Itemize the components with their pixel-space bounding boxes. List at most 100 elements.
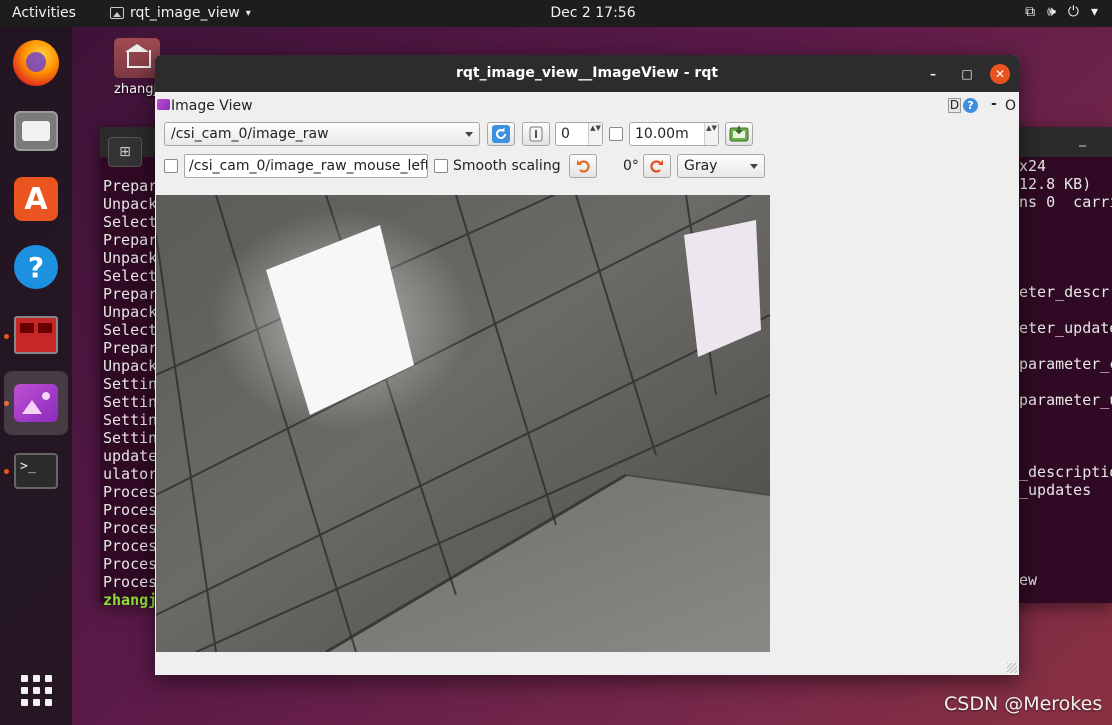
help-icon: ? [14, 245, 58, 289]
rate-spinbox[interactable]: 10.00m ▲▼ [629, 122, 719, 146]
red-app-icon [14, 316, 58, 354]
dock-item-files[interactable] [10, 105, 62, 157]
rotate-right-button[interactable] [643, 154, 671, 178]
close-button[interactable]: ✕ [990, 64, 1010, 84]
power-icon: ⏻ [1067, 4, 1079, 20]
spin-arrows-icon[interactable]: ▲▼ [704, 123, 718, 145]
terminal-right-line: parameter_c [1019, 355, 1112, 373]
terminal-line: Prepar [103, 339, 158, 357]
debug-button[interactable]: D [948, 98, 961, 113]
terminal-right-line [1019, 373, 1112, 391]
terminal-right-line [1019, 211, 1112, 229]
home-folder-icon[interactable] [114, 38, 160, 78]
chevron-down-icon [750, 164, 758, 169]
minimize-button[interactable]: – [923, 64, 943, 84]
chevron-down-icon [465, 132, 473, 137]
rate-checkbox[interactable] [609, 127, 623, 141]
terminal-right-line: _updates [1019, 481, 1092, 499]
terminal-right-line [1019, 499, 1112, 517]
zoom-fit-button[interactable] [522, 122, 550, 146]
terminal-line: Prepar [103, 285, 158, 303]
image-view-icon [14, 384, 58, 422]
spin-arrows-icon[interactable]: ▲▼ [588, 123, 602, 145]
firefox-icon [13, 40, 59, 86]
dock-item-show-apps[interactable] [10, 664, 62, 716]
dock-item-terminal[interactable]: >_ [10, 445, 62, 497]
terminal-right-line [1019, 301, 1112, 319]
terminal-prompt: zhangj [103, 591, 158, 609]
dock-item-help[interactable]: ? [10, 241, 62, 293]
color-scheme-value: Gray [684, 158, 718, 174]
running-indicator [4, 334, 9, 339]
save-image-icon [729, 126, 749, 142]
zoom-spinbox[interactable]: 0 ▲▼ [555, 122, 603, 146]
terminal-right-line [1019, 553, 1112, 571]
new-tab-icon[interactable]: ⊞ [108, 137, 142, 167]
minimize-plugin-button[interactable]: - [991, 96, 997, 112]
resize-grip-icon[interactable] [1007, 663, 1017, 673]
help-icon[interactable]: ? [963, 98, 978, 113]
top-bar: Activities rqt_image_view ▾ Dec 2 17:56 … [0, 0, 1112, 27]
terminal-line: Settin [103, 411, 158, 429]
terminal-right-line [1019, 337, 1112, 355]
terminal-line: Proces [103, 483, 158, 501]
dock-item-red-app[interactable] [10, 309, 62, 361]
terminal-icon: >_ [14, 453, 58, 489]
terminal-line: Settin [103, 375, 158, 393]
terminal-right-line [1019, 535, 1112, 553]
terminal-output: Prepar Unpack Select Prepar Unpack Select Prep… [103, 177, 157, 609]
files-icon [14, 111, 58, 151]
publish-mouse-checkbox[interactable] [164, 159, 178, 173]
rotate-right-icon [650, 160, 663, 173]
terminal-line: Unpack [103, 303, 158, 321]
terminal-right-pane: x24 12.8 KB) ns 0 carri eter_descr eter_upda… [1019, 157, 1112, 603]
maximize-button[interactable]: □ [957, 64, 977, 84]
home-folder-label[interactable]: zhangj [114, 82, 157, 97]
clock[interactable]: Dec 2 17:56 [0, 5, 1112, 21]
watermark: CSDN @Merokes [944, 693, 1103, 715]
network-icon: ⧉ [1025, 4, 1036, 20]
terminal-right-line: eter_descr [1019, 283, 1110, 301]
terminal-line: Proces [103, 519, 158, 537]
dock-item-firefox[interactable] [10, 37, 62, 89]
dock-item-image-view[interactable] [4, 371, 68, 435]
terminal-line: Select [103, 321, 158, 339]
rate-spinbox-value: 10.00m [635, 126, 689, 142]
terminal-right-line [1019, 247, 1112, 265]
terminal-line: Unpack [103, 249, 158, 267]
smooth-scaling-label: Smooth scaling [453, 158, 561, 174]
terminal-right-line: eter_update [1019, 319, 1112, 337]
terminal-right-line [1019, 265, 1112, 283]
rotate-left-button[interactable] [569, 154, 597, 178]
rqt-window[interactable]: rqt_image_view__ImageView - rqt – □ ✕ Im… [155, 55, 1019, 675]
terminal-line: update [103, 447, 158, 465]
terminal-right-header: _ [1019, 127, 1112, 157]
dock-item-software[interactable]: A [10, 173, 62, 225]
plugin-header: Image View D ? - O [155, 92, 1019, 118]
topic-combobox-value: /csi_cam_0/image_raw [171, 126, 329, 142]
mouse-topic-value: /csi_cam_0/image_raw_mouse_left [189, 158, 428, 174]
terminal-right-line [1019, 427, 1112, 445]
terminal-right-line [1019, 517, 1112, 535]
terminal-line: Select [103, 267, 158, 285]
refresh-topics-button[interactable] [487, 122, 515, 146]
color-scheme-combobox[interactable]: Gray [677, 154, 765, 178]
minimize-icon[interactable]: _ [1079, 131, 1086, 147]
terminal-line: Unpack [103, 195, 158, 213]
window-title-bar[interactable]: rqt_image_view__ImageView - rqt – □ ✕ [155, 55, 1019, 92]
save-image-button[interactable] [725, 122, 753, 146]
terminal-line: Proces [103, 555, 158, 573]
terminal-right-output: x24 12.8 KB) ns 0 carri eter_descr eter_upda… [1019, 157, 1112, 589]
options-button[interactable]: O [1005, 98, 1016, 114]
terminal-right-line [1019, 445, 1112, 463]
tray-caret-icon: ▾ [1090, 4, 1098, 20]
smooth-scaling-checkbox[interactable] [434, 159, 448, 173]
camera-image [156, 195, 770, 652]
topic-combobox[interactable]: /csi_cam_0/image_raw [164, 122, 480, 146]
mouse-topic-input[interactable]: /csi_cam_0/image_raw_mouse_left [184, 154, 428, 178]
window-title: rqt_image_view__ImageView - rqt [455, 65, 719, 81]
terminal-line: Settin [103, 429, 158, 447]
image-view-canvas[interactable] [156, 195, 770, 652]
system-tray[interactable]: ⧉ 🕪 ⏻ ▾ [1025, 4, 1098, 20]
zoom-spinbox-value: 0 [561, 126, 570, 142]
